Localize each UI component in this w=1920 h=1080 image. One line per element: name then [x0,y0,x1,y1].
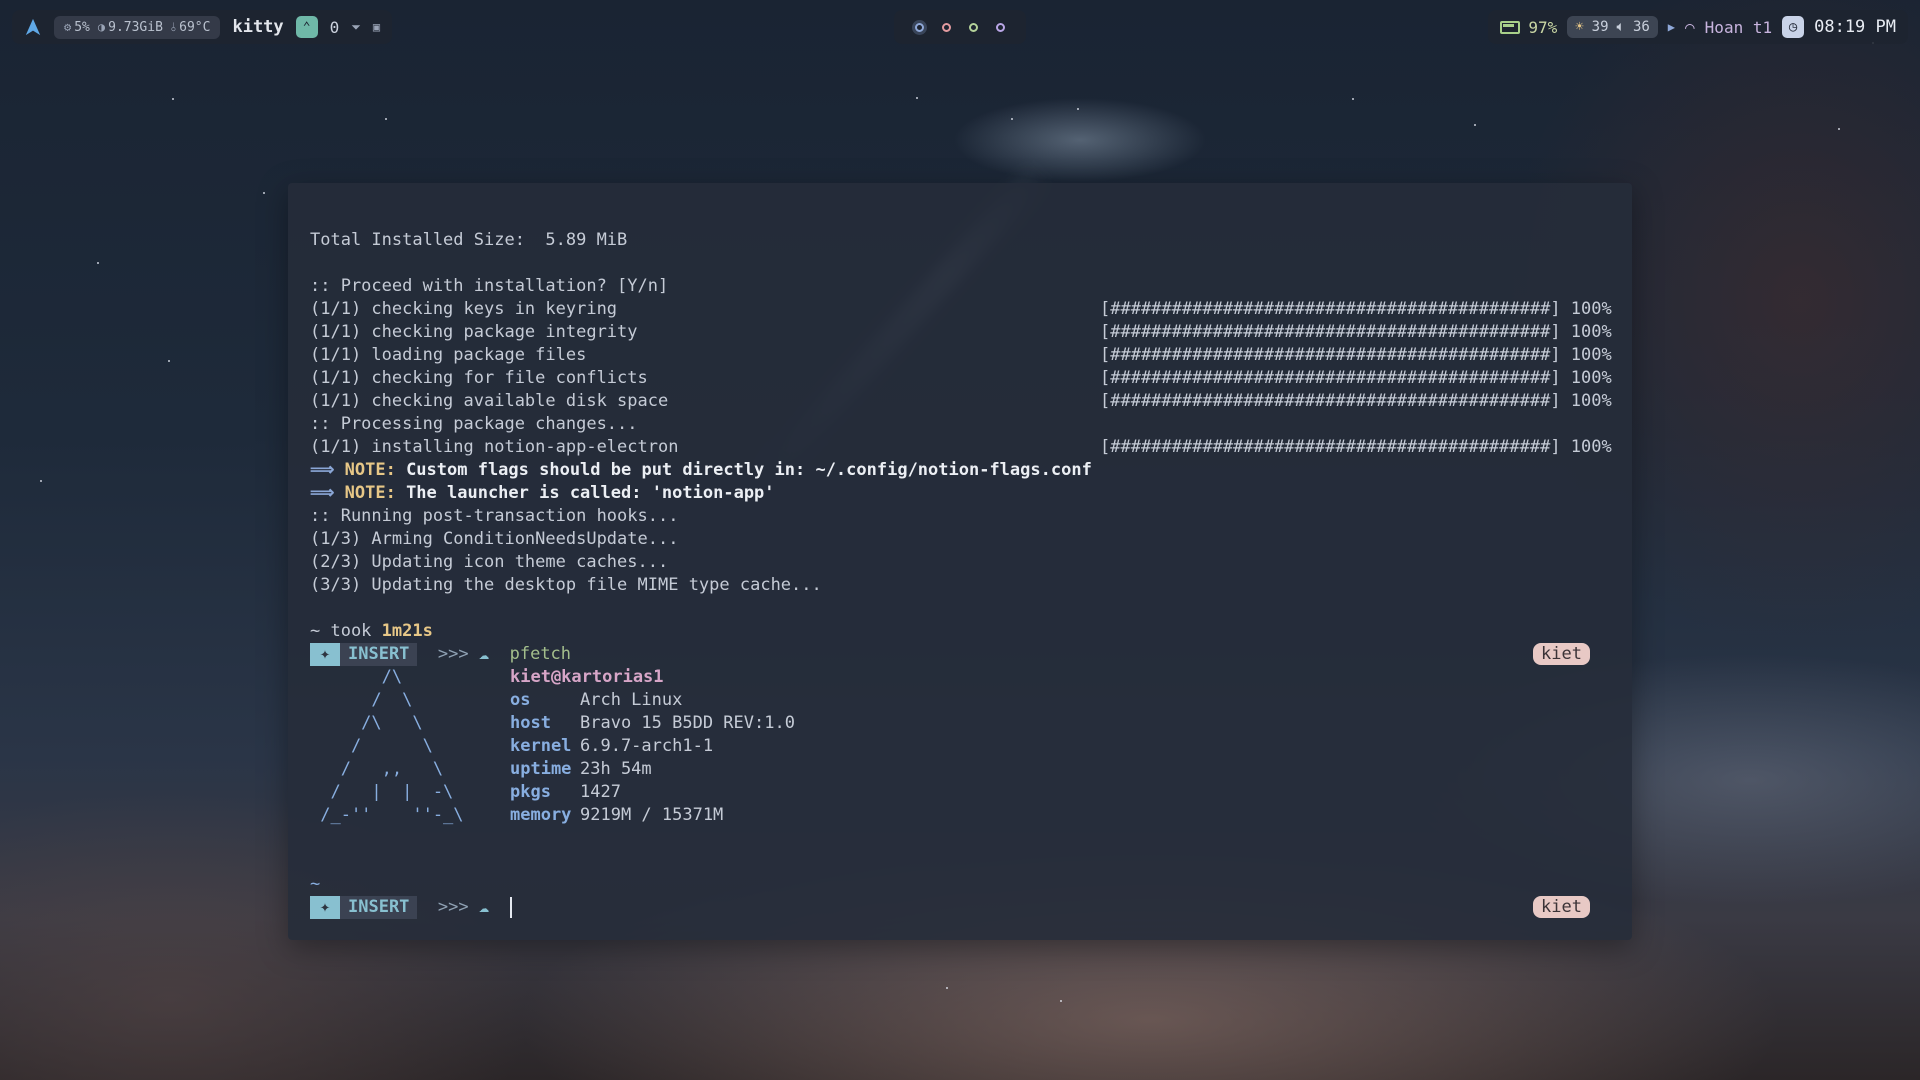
star [1838,128,1840,130]
wifi-icon[interactable]: ◠ [1685,18,1695,37]
pfetch-row: uptime 23h 54m [510,759,652,779]
hook-line: (1/3) Arming ConditionNeedsUpdate... [310,529,679,549]
star [168,360,170,362]
notification-count: 0 [329,17,340,37]
star [916,97,918,99]
cloud-icon: ☁ [478,897,490,917]
pfetch-title: kiet@kartorias1 [510,667,664,687]
right-status-group: 97% ☀ 39 🔈︎ 36 ▶ ◠ Hoan t1 ◷ 08:19 PM [1488,10,1908,44]
note-line-1: ⟹ NOTE: Custom flags should be put direc… [310,460,1092,480]
ascii-line: / ,, \ [310,759,444,779]
terminal-window[interactable]: Total Installed Size: 5.89 MiB :: Procee… [288,183,1632,940]
note-line-2: ⟹ NOTE: The launcher is called: 'notion-… [310,483,775,503]
pfetch-row: pkgs 1427 [510,782,621,802]
pfetch-row: os Arch Linux [510,690,683,710]
filter-icon[interactable]: ⏷ [351,20,361,35]
workspace-3[interactable] [969,22,978,32]
ascii-line: / \ [310,736,433,756]
battery-indicator[interactable]: 97% [1500,18,1557,37]
hook-line: (2/3) Updating icon theme caches... [310,552,669,572]
user-badge: kiet [1533,896,1590,918]
step-line: (1/1) checking available disk space [310,391,669,411]
star [97,262,99,264]
ascii-line: /\ [310,667,403,687]
arch-linux-icon[interactable] [24,18,42,36]
step-line: (1/1) installing notion-app-electron [310,437,679,457]
proceed-line: :: Proceed with installation? [Y/n] [310,276,669,296]
star [172,98,174,100]
temperature-stat: ⫰ 69°C [170,19,211,35]
mode-icon: ✦ [310,896,340,919]
hook-line: (3/3) Updating the desktop file MIME typ… [310,575,822,595]
ascii-line: / | | -\ [310,782,454,802]
star [385,118,387,120]
top-bar: ⚙ 5% ◑ 9.73GiB ⫰ 69°C kitty ⌃ 0 ⏷ ▣ 97% [0,10,1920,44]
vi-mode-indicator: INSERT [340,896,418,919]
workspace-2[interactable] [942,22,951,32]
note-arrow-icon: ⟹ [310,460,335,480]
progress-bar: [#######################################… [1100,322,1612,342]
memory-stat: ◑ 9.73GiB [97,19,163,35]
step-line: (1/1) loading package files [310,345,587,365]
star [263,192,265,194]
memory-icon: ◑ [97,20,106,34]
system-stats[interactable]: ⚙ 5% ◑ 9.73GiB ⫰ 69°C [54,15,221,39]
step-line: (1/1) checking package integrity [310,322,638,342]
tilde-line: ~ [310,874,321,894]
star [946,987,948,989]
play-icon[interactable]: ▶ [1668,20,1675,34]
clock-icon: ◷ [1782,16,1805,38]
star [40,480,42,482]
prompt-arrows: >>> [437,897,469,917]
prompt-line[interactable]: ✦ INSERT >>> ☁ [310,896,512,919]
brightness-volume-box[interactable]: ☀ 39 🔈︎ 36 [1567,16,1658,38]
progress-bar: [#######################################… [1100,345,1612,365]
ascii-line: /_-'' ''-_\ [310,805,464,825]
star [1352,98,1354,100]
pfetch-row: host Bravo 15 B5DD REV:1.0 [510,713,795,733]
mode-icon: ✦ [310,643,340,666]
install-size-line: Total Installed Size: 5.89 MiB [310,230,628,250]
step-line: :: Processing package changes... [310,414,638,434]
brightness-icon: ☀ [1575,19,1584,35]
workspace-4[interactable] [996,22,1005,32]
step-line: (1/1) checking for file conflicts [310,368,648,388]
workspace-1-active[interactable] [915,22,924,32]
volume-icon: 🔈︎ [1616,19,1625,35]
star [1011,118,1013,120]
text-cursor[interactable] [509,896,512,918]
step-line: (1/1) checking keys in keyring [310,299,618,319]
ascii-line: /\ \ [310,713,423,733]
battery-icon [1500,20,1521,34]
thermometer-icon: ⫰ [170,19,177,34]
workspace-switcher [894,10,1026,44]
cpu-stat: ⚙ 5% [64,19,90,35]
command-text: pfetch [509,644,572,664]
progress-bar: [#######################################… [1100,299,1612,319]
left-status-group: ⚙ 5% ◑ 9.73GiB ⫰ 69°C kitty ⌃ 0 ⏷ ▣ [12,10,393,44]
progress-bar: [#######################################… [1100,437,1612,457]
prompt-line: ✦ INSERT >>> ☁ pfetch [310,643,571,666]
progress-bar: [#######################################… [1100,368,1612,388]
pfetch-row: memory 9219M / 15371M [510,805,724,825]
vi-mode-indicator: INSERT [340,643,418,666]
cpu-icon: ⚙ [64,20,72,34]
cloud-icon: ☁ [478,644,490,664]
app-icon[interactable]: ⌃ [295,16,318,38]
note-arrow-icon: ⟹ [310,483,335,503]
wifi-name[interactable]: Hoan t1 [1705,18,1772,37]
star [1474,124,1476,126]
user-badge: kiet [1533,643,1590,665]
pfetch-row: kernel 6.9.7-arch1-1 [510,736,714,756]
prompt-arrows: >>> [437,644,469,664]
took-line: ~ took 1m21s [310,621,433,641]
star [1060,1000,1062,1002]
clock-time[interactable]: 08:19 PM [1814,17,1896,37]
star [1077,108,1079,110]
progress-bar: [#######################################… [1100,391,1612,411]
active-window-title: kitty [232,17,284,37]
hook-line: :: Running post-transaction hooks... [310,506,679,526]
ascii-line: / \ [310,690,413,710]
clipboard-icon[interactable]: ▣ [373,20,380,34]
